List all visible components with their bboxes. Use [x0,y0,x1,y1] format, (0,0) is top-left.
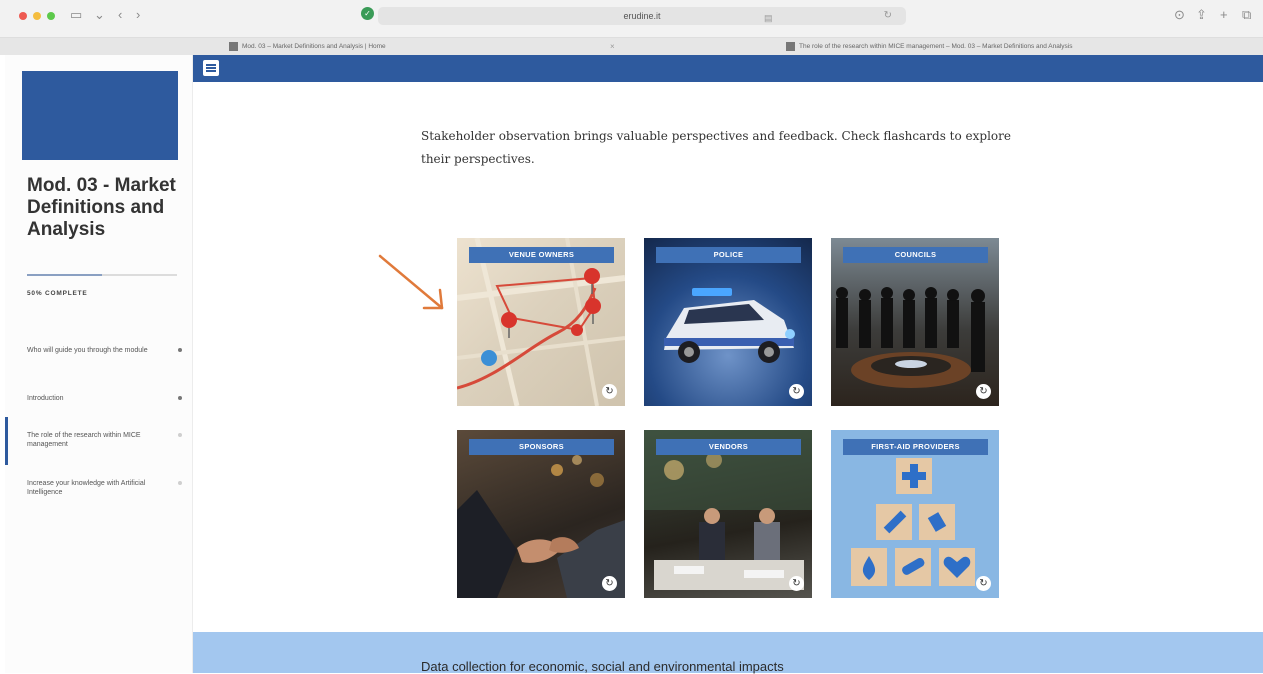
sidebar-item-label: Introduction [27,395,64,402]
status-dot-icon [178,481,182,485]
flashcard-police[interactable]: POLICE ↻ [644,238,812,406]
flashcard-sponsors[interactable]: SPONSORS ↻ [457,430,625,598]
sidebar-item-label: The role of the research within MICE man… [27,432,141,448]
flashcard-title: FIRST-AID PROVIDERS [843,439,988,455]
flashcard-first-aid-providers[interactable]: FIRST-AID PROVIDERS ↻ [831,430,999,598]
menu-icon[interactable] [203,60,219,76]
handshake-illustration [457,455,625,598]
back-icon[interactable]: ‹ [118,6,122,24]
progress-bar [27,274,177,276]
sidebar-item-label: Who will guide you through the module [27,347,148,354]
flip-icon[interactable]: ↻ [602,384,617,399]
council-meeting-illustration [836,287,985,388]
favicon-icon [786,41,795,51]
address-text: erudine.it [623,11,661,21]
privacy-shield-icon[interactable]: ✓ [361,7,374,20]
browser-tab-label: Mod. 03 – Market Definitions and Analysi… [242,43,386,50]
sidebar-item-ai-knowledge[interactable]: Increase your knowledge with Artificial … [27,479,182,497]
annotation-arrow-icon [378,254,444,310]
maximize-window-button[interactable] [47,12,55,20]
reader-icon[interactable]: ▤ [764,9,773,27]
favicon-icon [229,41,238,51]
status-dot-icon [178,348,182,352]
tab-bar: Mod. 03 – Market Definitions and Analysi… [0,38,1263,55]
status-dot-icon [178,433,182,437]
address-bar[interactable]: ▤ erudine.it ↻ [378,7,906,25]
flashcard-title: VENUE OWNERS [469,247,614,263]
course-title: Mod. 03 - Market Definitions and Analysi… [27,175,176,240]
course-sidebar: Mod. 03 - Market Definitions and Analysi… [5,55,193,673]
sidebar-item-introduction[interactable]: Introduction [27,394,182,403]
browser-tab-label: The role of the research within MICE man… [799,43,1073,50]
close-tab-icon[interactable]: × [610,38,615,55]
close-window-button[interactable] [19,12,27,20]
forward-icon[interactable]: › [136,6,140,24]
minimize-window-button[interactable] [33,12,41,20]
status-dot-icon [178,396,182,400]
map-pins-illustration [457,238,625,406]
vendors-meeting-illustration [644,430,812,590]
flip-icon[interactable]: ↻ [789,576,804,591]
share-icon[interactable]: ⇪ [1196,6,1207,24]
chevron-down-icon[interactable]: ⌄ [94,6,105,24]
progress-label: 50% COMPLETE [27,290,88,297]
sidebar-toggle-icon[interactable]: ▭ [70,6,82,24]
course-logo [22,71,178,160]
flip-icon[interactable]: ↻ [976,384,991,399]
intro-text: Stakeholder observation brings valuable … [421,129,1011,166]
flashcard-venue-owners[interactable]: VENUE OWNERS ↻ [457,238,625,406]
refresh-icon[interactable]: ↻ [884,7,892,25]
sidebar-item-guide[interactable]: Who will guide you through the module [27,346,182,355]
flashcard-vendors[interactable]: VENDORS ↻ [644,430,812,598]
progress-bar-fill [27,274,102,276]
flashcard-councils[interactable]: COUNCILS ↻ [831,238,999,406]
sidebar-item-research-role[interactable]: The role of the research within MICE man… [27,431,182,449]
lesson-header [193,55,1263,82]
download-icon[interactable]: ⊙ [1174,6,1185,24]
flip-icon[interactable]: ↻ [976,576,991,591]
medical-blocks-illustration [851,458,975,586]
browser-toolbar: ▭ ⌄ ‹ › ✓ ▤ erudine.it ↻ ⊙ ⇪ + ⧉ [0,0,1263,38]
new-tab-icon[interactable]: + [1220,6,1228,24]
flip-icon[interactable]: ↻ [789,384,804,399]
tab-overview-icon[interactable]: ⧉ [1242,6,1251,24]
police-car-illustration [664,288,795,363]
active-item-indicator [5,417,8,465]
flashcard-title: VENDORS [656,439,801,455]
browser-tab-active[interactable]: The role of the research within MICE man… [786,38,1073,55]
flashcard-title: SPONSORS [469,439,614,455]
flashcard-title: POLICE [656,247,801,263]
flip-icon[interactable]: ↻ [602,576,617,591]
next-section-title: Data collection for economic, social and… [421,659,784,674]
flashcard-title: COUNCILS [843,247,988,263]
browser-tab[interactable]: Mod. 03 – Market Definitions and Analysi… [229,38,386,55]
sidebar-item-label: Increase your knowledge with Artificial … [27,480,146,496]
